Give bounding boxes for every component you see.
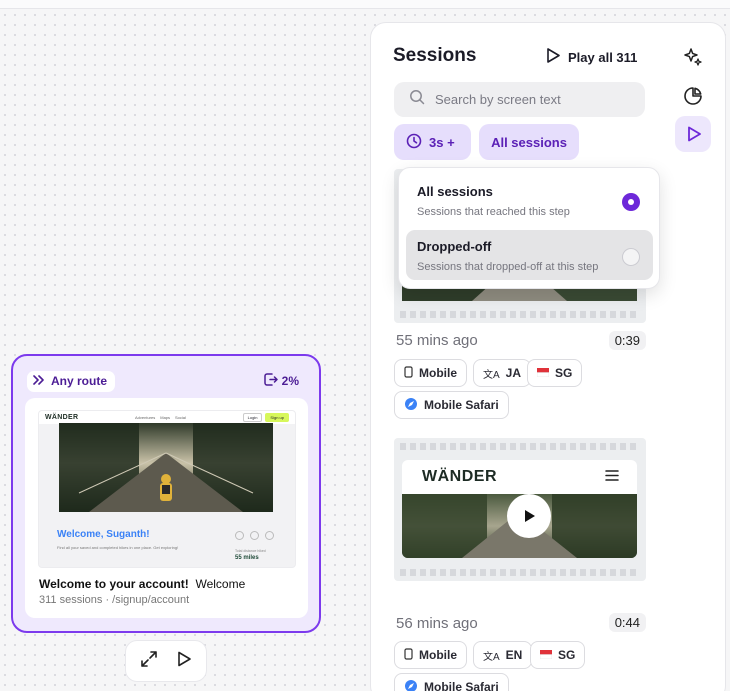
thumbnail-icons (235, 531, 274, 540)
panel-title: Sessions (393, 45, 477, 66)
search-icon (409, 89, 425, 110)
country-label: SG (558, 648, 576, 662)
thumbnail-link: Maps (160, 415, 171, 420)
pie-chart-icon[interactable] (675, 78, 711, 114)
film-perforation (400, 443, 640, 450)
film-perforation (400, 569, 640, 576)
option-all-sessions[interactable]: All sessions Sessions that reached this … (406, 175, 653, 225)
language-label: JA (505, 366, 522, 380)
sparkle-icon[interactable] (675, 39, 711, 75)
safari-icon (404, 679, 418, 691)
thumbnail-auth-buttons: Login Sign up (242, 413, 289, 422)
menu-icon (605, 468, 619, 486)
radio-selected[interactable] (622, 193, 640, 211)
language-label: EN (505, 648, 523, 662)
play-circle-icon[interactable] (675, 116, 711, 152)
step-preview: WÄNDER Adventures Maps Social Login Sign… (25, 398, 308, 618)
search-bar[interactable] (394, 82, 645, 117)
device-tag: Mobile (394, 641, 467, 669)
step-title-rest: Welcome (195, 577, 246, 591)
translate-icon: 文A (483, 651, 500, 663)
mobile-icon (404, 365, 413, 381)
thumbnail-subtitle: Find all your saved and completed hikes … (57, 545, 179, 550)
option-label: Dropped-off (417, 239, 492, 254)
radio-unselected[interactable] (622, 248, 640, 266)
browser-label: Mobile Safari (424, 680, 499, 691)
sessions-panel: Sessions Play all 311 3s + All sessions (370, 22, 726, 691)
step-title: Welcome to your account! Welcome (39, 577, 245, 591)
thumbnail-signup: Sign up (265, 413, 289, 422)
flag-icon (536, 366, 550, 380)
play-session-button[interactable] (507, 494, 551, 538)
session-scope-dropdown: All sessions Sessions that reached this … (398, 167, 660, 289)
option-label: All sessions (417, 184, 493, 199)
mobile-icon (404, 647, 413, 663)
play-all-label: Play all 311 (568, 49, 638, 65)
language-tag: 文A EN (473, 641, 533, 669)
browser-tag: Mobile Safari (394, 391, 509, 419)
step-toolbar (125, 640, 207, 682)
option-description: Sessions that dropped-off at this step (417, 261, 599, 273)
thumbnail-logo: WÄNDER (45, 414, 79, 421)
session-scope-label: All sessions (491, 134, 567, 150)
language-tag: 文A JA (473, 359, 532, 387)
browser-tag: Mobile Safari (394, 673, 509, 691)
route-icon (33, 374, 46, 389)
screen-header: WÄNDER (402, 460, 637, 494)
expand-icon[interactable] (140, 650, 158, 673)
route-chip[interactable]: Any route (27, 370, 116, 392)
hiker-bridge-image (59, 423, 273, 512)
film-perforation (400, 311, 640, 318)
safari-icon (404, 397, 418, 414)
device-label: Mobile (419, 648, 457, 662)
thumbnail-welcome: Welcome, Suganth! (57, 529, 150, 540)
translate-icon: 文A (483, 369, 500, 381)
play-icon (545, 47, 561, 67)
dropoff-percent: 2% (281, 374, 299, 388)
winder-logo: WÄNDER (422, 468, 497, 485)
exit-icon (263, 373, 278, 389)
device-tag: Mobile (394, 359, 467, 387)
top-bar (0, 0, 730, 9)
duration-filter[interactable]: 3s + (394, 124, 471, 160)
country-label: SG (555, 366, 573, 380)
thumbnail-links: Adventures Maps Social (135, 415, 186, 420)
step-card-header: Any route 2% (27, 370, 305, 392)
option-description: Sessions that reached this step (417, 206, 570, 218)
route-label: Any route (51, 374, 108, 388)
search-input[interactable] (435, 92, 625, 107)
country-tag: SG (530, 641, 586, 669)
session-thumbnail[interactable]: WÄNDER (394, 438, 646, 581)
option-dropped-off[interactable]: Dropped-off Sessions that dropped-off at… (406, 230, 653, 280)
thumbnail-link: Social (175, 415, 186, 420)
thumbnail-link: Adventures (135, 415, 156, 420)
session-duration: 0:39 (608, 331, 646, 350)
play-all-button[interactable]: Play all 311 (545, 47, 637, 67)
thumbnail-stat-value: 55 miles (235, 555, 259, 561)
step-meta: 311 sessions · /signup/account (39, 594, 190, 606)
session-screen: WÄNDER (402, 460, 637, 558)
browser-label: Mobile Safari (424, 398, 499, 412)
session-scope-filter[interactable]: All sessions (479, 124, 579, 160)
device-label: Mobile (419, 366, 457, 380)
funnel-step-card[interactable]: Any route 2% WÄNDER Adventures Maps Soci… (11, 354, 321, 633)
thumbnail-stat-label: Total distance hiked (235, 549, 266, 553)
step-title-bold: Welcome to your account! (39, 577, 189, 591)
thumbnail-login: Login (242, 413, 263, 422)
session-time: 56 mins ago (396, 615, 478, 632)
play-icon[interactable] (176, 650, 192, 673)
session-time: 55 mins ago (396, 332, 478, 349)
dropoff-chip: 2% (263, 373, 305, 389)
screen-thumbnail: WÄNDER Adventures Maps Social Login Sign… (38, 410, 296, 568)
flag-icon (539, 648, 553, 662)
session-duration: 0:44 (608, 613, 646, 632)
session-item[interactable]: WÄNDER 56 mins ago 0:44 Mobile 文A EN SG … (394, 438, 646, 691)
clock-icon (406, 133, 422, 152)
country-tag: SG (527, 359, 583, 387)
duration-filter-label: 3s + (429, 134, 455, 150)
